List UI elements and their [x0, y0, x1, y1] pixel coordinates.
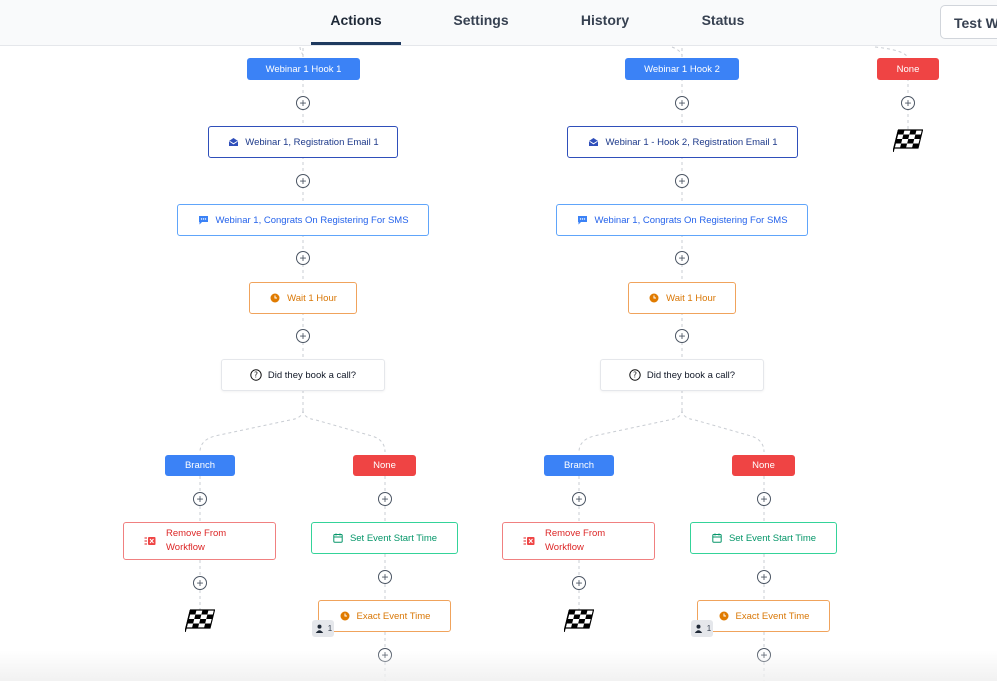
condition-node[interactable]: ? Did they book a call?: [600, 359, 764, 391]
set-event-start-time-node[interactable]: Set Event Start Time: [690, 522, 837, 554]
add-step-plus-icon[interactable]: +: [296, 251, 310, 265]
condition-label: Did they book a call?: [646, 369, 736, 381]
remove-action-line1: Remove From: [166, 528, 227, 539]
email-action-node[interactable]: Webinar 1 - Hook 2, Registration Email 1: [567, 126, 798, 158]
question-circle-icon: ?: [629, 369, 641, 381]
remove-action-line1: Remove From: [545, 528, 606, 539]
remove-action-line2: Workflow: [166, 542, 205, 553]
add-step-plus-icon[interactable]: +: [675, 174, 689, 188]
add-step-plus-icon[interactable]: +: [378, 570, 392, 584]
add-step-plus-icon[interactable]: +: [901, 96, 915, 110]
wait-label: Wait 1 Hour: [287, 292, 337, 304]
exact-event-time-node[interactable]: Exact Event Time: [697, 600, 830, 632]
calendar-icon: [332, 532, 344, 544]
calendar-icon: [711, 532, 723, 544]
wait-node[interactable]: Wait 1 Hour: [628, 282, 736, 314]
envelope-icon: [227, 136, 239, 148]
add-step-plus-icon[interactable]: +: [296, 96, 310, 110]
trigger-webinar-hook-1[interactable]: Webinar 1 Hook 1: [247, 58, 360, 80]
none-label: None: [752, 460, 775, 471]
add-step-plus-icon[interactable]: +: [572, 576, 586, 590]
exact-event-time-node[interactable]: Exact Event Time: [318, 600, 451, 632]
add-step-plus-icon[interactable]: +: [675, 329, 689, 343]
add-step-plus-icon[interactable]: +: [757, 492, 771, 506]
email-action-label: Webinar 1 - Hook 2, Registration Email 1: [605, 136, 778, 148]
svg-text:?: ?: [633, 371, 637, 380]
trigger-label: Webinar 1 Hook 1: [265, 63, 342, 75]
sms-action-node[interactable]: Webinar 1, Congrats On Registering For S…: [556, 204, 808, 236]
set-event-start-time-node[interactable]: Set Event Start Time: [311, 522, 458, 554]
sms-action-label: Webinar 1, Congrats On Registering For S…: [215, 214, 409, 226]
condition-node[interactable]: ? Did they book a call?: [221, 359, 385, 391]
chat-bubble-icon: [576, 214, 588, 226]
set-event-label: Set Event Start Time: [728, 532, 817, 544]
add-step-plus-icon[interactable]: +: [296, 174, 310, 188]
add-step-plus-icon[interactable]: +: [296, 329, 310, 343]
branch-label-node[interactable]: Branch: [544, 455, 614, 476]
none-branch-label-node[interactable]: None: [732, 455, 795, 476]
contact-count: 1: [327, 624, 333, 633]
remove-from-workflow-node[interactable]: Remove From Workflow: [502, 522, 655, 560]
branch-label-node[interactable]: Branch: [165, 455, 235, 476]
bottom-fade: [0, 650, 997, 681]
user-icon: [314, 623, 326, 635]
add-step-plus-icon[interactable]: +: [675, 96, 689, 110]
email-action-label: Webinar 1, Registration Email 1: [245, 136, 379, 148]
checkered-flag-icon: [564, 609, 594, 632]
add-step-plus-icon[interactable]: +: [193, 576, 207, 590]
chat-bubble-icon: [197, 214, 209, 226]
clock-icon: [718, 610, 730, 622]
envelope-icon: [588, 136, 600, 148]
checkered-flag-icon: [893, 129, 923, 152]
none-trigger-node[interactable]: None: [877, 58, 939, 80]
add-step-plus-icon[interactable]: +: [378, 492, 392, 506]
none-branch-label-node[interactable]: None: [353, 455, 416, 476]
none-label: None: [373, 460, 396, 471]
svg-text:?: ?: [254, 371, 258, 380]
condition-label: Did they book a call?: [267, 369, 357, 381]
wait-label: Wait 1 Hour: [666, 292, 716, 304]
contact-count: 1: [706, 624, 712, 633]
question-circle-icon: ?: [250, 369, 262, 381]
add-step-plus-icon[interactable]: +: [193, 492, 207, 506]
sms-action-label: Webinar 1, Congrats On Registering For S…: [594, 214, 788, 226]
branch-label: Branch: [184, 460, 216, 471]
clock-icon: [339, 610, 351, 622]
trigger-label: Webinar 1 Hook 2: [644, 63, 720, 75]
contact-count-badge[interactable]: 1: [691, 620, 713, 637]
exact-event-time-label: Exact Event Time: [356, 610, 431, 622]
remove-from-workflow-node[interactable]: Remove From Workflow: [123, 522, 276, 560]
checkered-flag-icon: [185, 609, 215, 632]
exact-event-time-label: Exact Event Time: [735, 610, 810, 622]
user-icon: [693, 623, 705, 635]
remove-workflow-icon: [523, 535, 535, 547]
branch-label: Branch: [563, 460, 595, 471]
remove-workflow-icon: [144, 535, 156, 547]
remove-action-line2: Workflow: [545, 542, 584, 553]
trigger-webinar-hook-2[interactable]: Webinar 1 Hook 2: [625, 58, 739, 80]
clock-icon: [269, 292, 281, 304]
add-step-plus-icon[interactable]: +: [757, 570, 771, 584]
none-trigger-label: None: [896, 63, 920, 75]
contact-count-badge[interactable]: 1: [312, 620, 334, 637]
sms-action-node[interactable]: Webinar 1, Congrats On Registering For S…: [177, 204, 429, 236]
add-step-plus-icon[interactable]: +: [572, 492, 586, 506]
add-step-plus-icon[interactable]: +: [675, 251, 689, 265]
clock-icon: [648, 292, 660, 304]
connector-lines: [199, 46, 909, 681]
email-action-node[interactable]: Webinar 1, Registration Email 1: [208, 126, 398, 158]
set-event-label: Set Event Start Time: [349, 532, 438, 544]
wait-node[interactable]: Wait 1 Hour: [249, 282, 357, 314]
